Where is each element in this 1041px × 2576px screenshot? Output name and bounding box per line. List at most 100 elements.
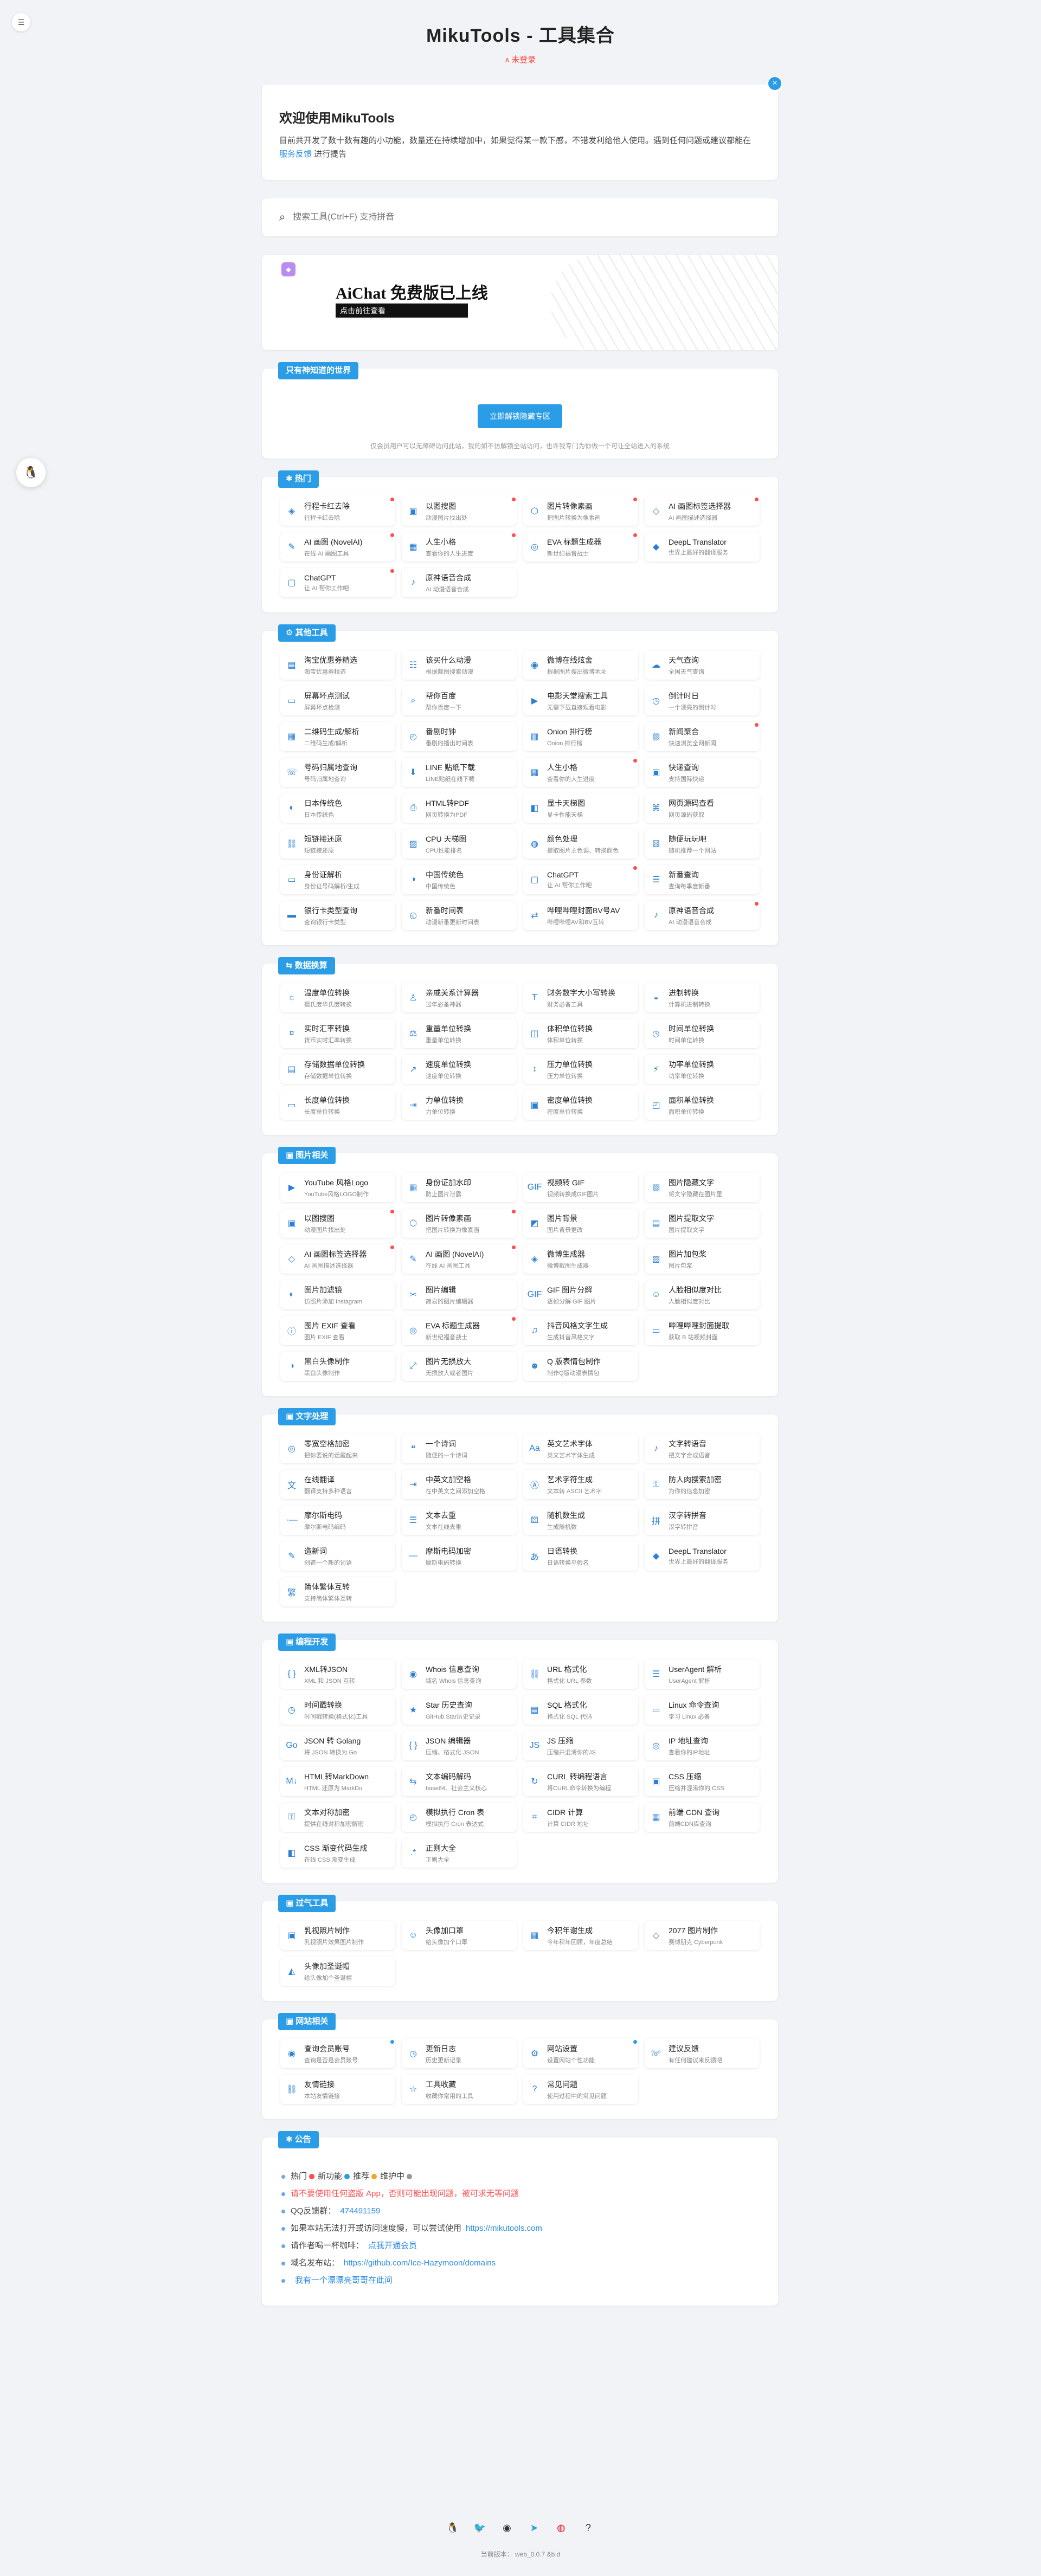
tool-item[interactable]: ◴ 模拟执行 Cron 表模拟执行 Cron 表达式 bbox=[402, 1803, 517, 1832]
tool-item[interactable]: ⚡ 功率单位转换 功率单位转换 bbox=[645, 1055, 760, 1084]
tool-item[interactable]: ◴ 番剧时钟 番剧的播出时间表 bbox=[402, 722, 517, 751]
tool-item[interactable]: ◍ 颜色处理 提取图片主色调、转换颜色 bbox=[523, 829, 638, 858]
tool-item[interactable]: ◎ IP 地址查询 查看你的IP地址 bbox=[645, 1731, 760, 1760]
tool-item[interactable]: ◈ 行程卡红去除 行程卡红去除 bbox=[280, 496, 395, 526]
tool-item[interactable]: ▧ 新闻聚合 快速浏览全网新闻 bbox=[645, 722, 760, 751]
tool-item[interactable]: ♪ 原神语音合成 AI 动漫语音合成 bbox=[402, 568, 517, 597]
tool-item[interactable]: ▤ 存储数据单位转换 存储数据单位转换 bbox=[280, 1055, 395, 1084]
tool-item[interactable]: { } JSON 编辑器 压缩、格式化 JSON bbox=[402, 1731, 517, 1760]
tool-item[interactable]: ◎ EVA 标题生成器 新世纪福音战士 bbox=[523, 532, 638, 561]
tool-item[interactable]: .* 正则大全 正则大全 bbox=[402, 1838, 517, 1868]
tool-item[interactable]: ◷ 时间单位转换 时间单位转换 bbox=[645, 1019, 760, 1048]
tool-item[interactable]: ⬡ 图片转像素画 把图片转换为像素画 bbox=[523, 496, 638, 526]
tool-item[interactable]: ☰ 文本去重 文本在线去重 bbox=[402, 1506, 517, 1535]
tool-item[interactable]: ◇ AI 画图标签选择器 AI 画图描述选择器 bbox=[280, 1244, 395, 1274]
tool-item[interactable]: ◈ 微博生成器 微博截图生成器 bbox=[523, 1244, 638, 1274]
search-bar[interactable]: ⌕ bbox=[262, 198, 778, 236]
tool-item[interactable]: ◆ DeepL Translator 世界上最好的翻译服务 bbox=[645, 1541, 760, 1571]
twitter-icon[interactable]: 🐦 bbox=[472, 2520, 487, 2535]
tool-item[interactable]: ☏ 号码归属地查询 号码归属地查询 bbox=[280, 758, 395, 787]
tool-item[interactable]: ☺ 人脸相似度对比 人脸相似度对比 bbox=[645, 1280, 760, 1309]
tool-item[interactable]: ⬇ LINE 贴纸下载 LINE贴纸在线下载 bbox=[402, 758, 517, 787]
tool-item[interactable]: ? 常见问题 使用过程中的常见问题 bbox=[523, 2075, 638, 2104]
aichat-banner[interactable]: ◆ AiChat 免费版已上线 点击前往查看 bbox=[262, 255, 778, 350]
tool-item[interactable]: ▣ 密度单位转换 密度单位转换 bbox=[523, 1090, 638, 1120]
tool-item[interactable]: ✂ 图片编辑 简易的图片编辑器 bbox=[402, 1280, 517, 1309]
weibo-icon[interactable]: ◍ bbox=[554, 2520, 569, 2535]
tool-item[interactable]: ⚿ 文本对称加密 提供在线对称加密解密 bbox=[280, 1803, 395, 1832]
tool-item[interactable]: GIF 视频转 GIF 视频转换成GIF图片 bbox=[523, 1173, 638, 1202]
tool-item[interactable]: GIF GIF 图片分解 逐帧分解 GIF 图片 bbox=[523, 1280, 638, 1309]
notice-link[interactable]: https://mikutools.com bbox=[466, 2220, 542, 2237]
tool-item[interactable]: Go JSON 转 Golang 将 JSON 转换为 Go bbox=[280, 1731, 395, 1760]
feedback-link[interactable]: 服务反馈 bbox=[279, 150, 312, 159]
tool-item[interactable]: ▭ 身份证解析 身份证号码解析/生成 bbox=[280, 865, 395, 894]
tool-item[interactable]: ▨ CPU 天梯图 CPU性能排名 bbox=[402, 829, 517, 858]
tool-item[interactable]: ☆ 工具收藏 收藏你常用的工具 bbox=[402, 2075, 517, 2104]
tool-item[interactable]: ✎ AI 画图 (NovelAI) 在线 AI 画图工具 bbox=[402, 1244, 517, 1274]
tool-item[interactable]: ◉ 查询会员账号 查询是否是会员账号 bbox=[280, 2039, 395, 2068]
tool-item[interactable]: ▣ 以图搜图 动漫图片找出处 bbox=[280, 1209, 395, 1238]
tool-item[interactable]: ♪ 原神语音合成 AI 动漫语音合成 bbox=[645, 901, 760, 930]
github-icon[interactable]: ◉ bbox=[499, 2520, 515, 2535]
tool-item[interactable]: ◉ 微博在线炫舍 根据图片搜出微博地址 bbox=[523, 650, 638, 680]
tool-item[interactable]: ◰ 面积单位转换 面积单位转换 bbox=[645, 1090, 760, 1120]
tool-item[interactable]: ◎ 零宽空格加密 把你要说的话藏起来 bbox=[280, 1434, 395, 1463]
tool-item[interactable]: ◐ 日本传统色 日本传统色 bbox=[280, 793, 395, 823]
tool-item[interactable]: ⌗ CIDR 计算 计算 CIDR 地址 bbox=[523, 1803, 638, 1832]
tool-item[interactable]: 文在线翻译 翻译支持多种语言 bbox=[280, 1470, 395, 1499]
tool-item[interactable]: ☁ 天气查询 全国天气查询 bbox=[645, 650, 760, 680]
tool-item[interactable]: ◑ 中国传统色 中国传统色 bbox=[402, 865, 517, 894]
unlock-button[interactable]: 立即解锁隐藏专区 bbox=[478, 404, 562, 428]
tool-item[interactable]: ↗ 速度单位转换 速度单位转换 bbox=[402, 1055, 517, 1084]
tool-item[interactable]: ▣ 以图搜图 动漫图片找出处 bbox=[402, 496, 517, 526]
tool-item[interactable]: ☼ 温度单位转换 摄氏度华氏度转换 bbox=[280, 983, 395, 1012]
tool-item[interactable]: ❝ 一个诗词 随便的一个诗词 bbox=[402, 1434, 517, 1463]
tool-item[interactable]: ▥ Onion 排行榜 Onion 排行榜 bbox=[523, 722, 638, 751]
tool-item[interactable]: ▤ 淘宝优惠券精选 淘宝优惠券精选 bbox=[280, 650, 395, 680]
notice-link[interactable]: 点我开通会员 bbox=[368, 2237, 417, 2255]
tool-item[interactable]: ◷ 倒计时日 一个漂亮的倒计时 bbox=[645, 686, 760, 715]
tool-item[interactable]: ◇ AI 画图标签选择器 AI 画图描述选择器 bbox=[645, 496, 760, 526]
tool-item[interactable]: ▭ 屏幕坏点测试 屏幕坏点检测 bbox=[280, 686, 395, 715]
tool-item[interactable]: 繁简体繁体互转 支持简体繁体互转 bbox=[280, 1577, 395, 1606]
tool-item[interactable]: ◭ 头像加圣诞帽 给头像加个圣诞帽 bbox=[280, 1957, 395, 1986]
tool-item[interactable]: ♫ 抖音风格文字生成 生成抖音风格文字 bbox=[523, 1316, 638, 1345]
tool-item[interactable]: ▣ CSS 压缩 压缩并混淆你的 CSS bbox=[645, 1767, 760, 1796]
tool-item[interactable]: { } XML转JSON XML 和 JSON 互转 bbox=[280, 1660, 395, 1689]
notice-link[interactable]: https://github.com/Ice-Hazymoon/domains bbox=[344, 2255, 496, 2272]
tool-item[interactable]: ◷ 时间戳转换 时间戳转换(格式化)工具 bbox=[280, 1695, 395, 1725]
tool-item[interactable]: ▦ 前端 CDN 查询 前端CDN库查询 bbox=[645, 1803, 760, 1832]
tool-item[interactable]: ⬡ 图片转像素画 把图片转换为像素画 bbox=[402, 1209, 517, 1238]
tool-item[interactable]: あ日语转换 日语转换平假名 bbox=[523, 1541, 638, 1571]
tool-item[interactable]: ⛓ URL 格式化 格式化 URL 参数 bbox=[523, 1660, 638, 1689]
tool-item[interactable]: ◫ 体积单位转换 体积单位转换 bbox=[523, 1019, 638, 1048]
notice-link[interactable]: 474491159 bbox=[340, 2203, 380, 2220]
tool-item[interactable]: ▢ ChatGPT 让 AI 帮你工作吧 bbox=[280, 568, 395, 597]
tool-item[interactable]: ◒ 进制转换 计算机进制转换 bbox=[645, 983, 760, 1012]
tool-item[interactable]: ▶ 电影天堂搜索工具 无需下载直接观看电影 bbox=[523, 686, 638, 715]
tool-item[interactable]: ⇥ 中英文加空格 在中英文之间添加空格 bbox=[402, 1470, 517, 1499]
tool-item[interactable]: ⇄ 哔哩哔哩封面BV号AV 哔哩哔哩AV和BV互转 bbox=[523, 901, 638, 930]
tool-item[interactable]: ▨ 图片加包浆 图片包浆 bbox=[645, 1244, 760, 1274]
tool-item[interactable]: ↕ 压力单位转换 压力单位转换 bbox=[523, 1055, 638, 1084]
tool-item[interactable]: ⛓ 友情链接 本站友情链接 bbox=[280, 2075, 395, 2104]
tool-item[interactable]: ◧ 显卡天梯图 显卡性能天梯 bbox=[523, 793, 638, 823]
close-icon[interactable]: × bbox=[767, 76, 782, 91]
tool-item[interactable]: ◎ EVA 标题生成器 新世纪福音战士 bbox=[402, 1316, 517, 1345]
tool-item[interactable]: ▦ 二维码生成/解析 二维码生成/解析 bbox=[280, 722, 395, 751]
tool-item[interactable]: ▢ ChatGPT 让 AI 帮你工作吧 bbox=[523, 865, 638, 894]
tool-item[interactable]: ⌕ 帮你百度 帮你百度一下 bbox=[402, 686, 517, 715]
tool-item[interactable]: JS JS 压缩 压缩并混淆你的JS bbox=[523, 1731, 638, 1760]
tool-item[interactable]: ▦ 身份证加水印 防止图片泄露 bbox=[402, 1173, 517, 1202]
tool-item[interactable]: M↓ HTML转MarkDown HTML 还原为 MarkDo bbox=[280, 1767, 395, 1796]
tool-item[interactable]: ▦ 人生小格 查看你的人生进度 bbox=[523, 758, 638, 787]
tool-item[interactable]: ·— 摩尔斯电码 摩尔斯电码编码 bbox=[280, 1506, 395, 1535]
tool-item[interactable]: ★ Star 历史查询 GitHub Star历史记录 bbox=[402, 1695, 517, 1725]
tool-item[interactable]: ▶ YouTube 风格Logo YouTube风格LOGO制作 bbox=[280, 1173, 395, 1202]
tool-item[interactable]: ⚖ 重量单位转换 重量单位转换 bbox=[402, 1019, 517, 1048]
tool-item[interactable]: ◧ CSS 渐变代码生成 在线 CSS 渐变生成 bbox=[280, 1838, 395, 1868]
tool-item[interactable]: ⎙ HTML转PDF 网页转换为PDF bbox=[402, 793, 517, 823]
tool-item[interactable]: ▭ Linux 命令查询 学习 Linux 必备 bbox=[645, 1695, 760, 1725]
banner-button[interactable]: 点击前往查看 bbox=[336, 304, 468, 318]
